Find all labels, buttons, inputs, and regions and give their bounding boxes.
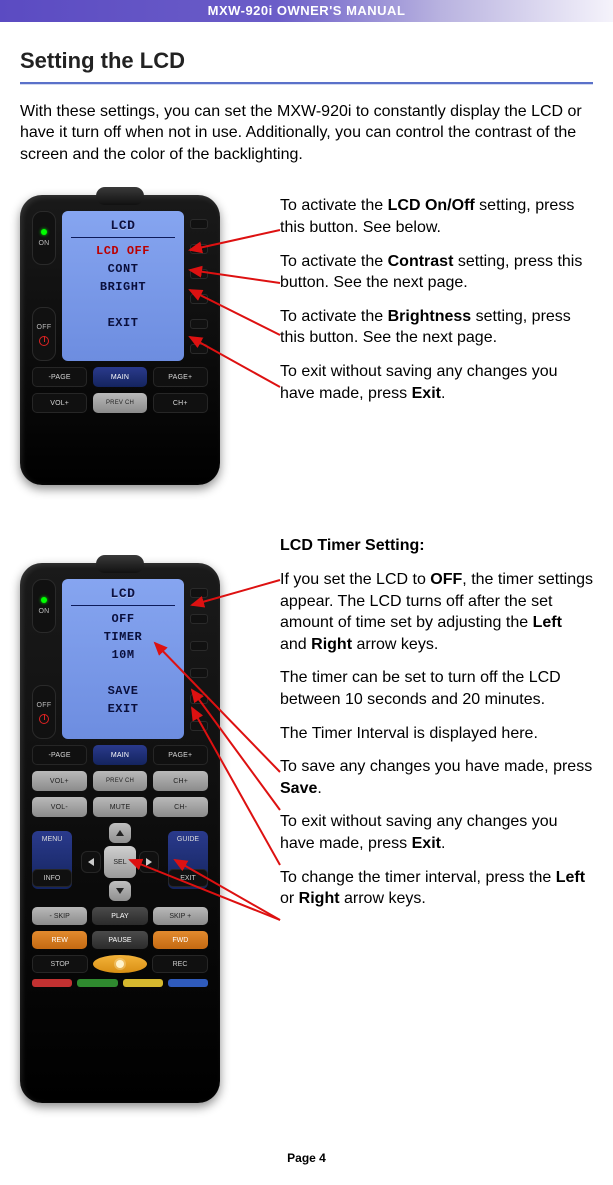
backlight-button[interactable] (93, 955, 147, 973)
softkeys-right-2 (190, 579, 208, 739)
remote-image-1: ON OFF LCD LCD OFF CONT BRIGHT (20, 195, 220, 485)
lcd-line-cont: CONT (108, 260, 139, 278)
on-button[interactable]: ON (32, 211, 56, 265)
macro-red-button[interactable] (32, 979, 72, 987)
page-minus-button[interactable]: -PAGE (32, 745, 87, 765)
rec-button[interactable]: REC (152, 955, 208, 973)
off-button[interactable]: OFF (32, 685, 56, 739)
lcd-timer-heading: LCD Timer Setting: (280, 535, 593, 557)
callout-1-1: To activate the LCD On/Off setting, pres… (280, 195, 593, 238)
page-title: Setting the LCD (20, 46, 593, 76)
remote-image-2: ON OFF LCD OFF TIMER 10M (20, 563, 220, 1103)
explain-col-2: LCD Timer Setting: If you set the LCD to… (280, 535, 593, 909)
select-button[interactable]: SEL (104, 846, 136, 878)
softkeys-right-1 (190, 211, 208, 361)
page-footer: Page 4 (0, 1140, 613, 1184)
title-rule (20, 82, 593, 85)
off-button[interactable]: OFF (32, 307, 56, 361)
on-button[interactable]: ON (32, 579, 56, 633)
lcd-screen-1: LCD LCD OFF CONT BRIGHT EXIT (62, 211, 184, 361)
lcd-line-bright: BRIGHT (100, 278, 146, 296)
callout-1-2: To activate the Contrast setting, press … (280, 251, 593, 294)
info-button[interactable]: INFO (32, 869, 72, 887)
on-led-icon (41, 597, 47, 603)
softkey[interactable] (190, 668, 208, 678)
fwd-button[interactable]: FWD (153, 931, 208, 949)
macro-color-row (32, 979, 208, 987)
pause-button[interactable]: PAUSE (92, 931, 147, 949)
macro-blue-button[interactable] (168, 979, 208, 987)
callout-2-3: The Timer Interval is displayed here. (280, 723, 593, 745)
page-plus-button[interactable]: PAGE+ (153, 367, 208, 387)
play-button[interactable]: PLAY (92, 907, 147, 925)
callout-2-4: To save any changes you have made, press… (280, 756, 593, 799)
ch-minus-button[interactable]: CH- (153, 797, 208, 817)
lcd-line-lcdoff: LCD OFF (96, 242, 150, 260)
macro-yellow-button[interactable] (123, 979, 163, 987)
softkey[interactable] (190, 244, 208, 254)
header-text: MXW-920i OWNER'S MANUAL (208, 3, 406, 18)
callout-2-2: The timer can be set to turn off the LCD… (280, 667, 593, 710)
explain-col-1: To activate the LCD On/Off setting, pres… (280, 195, 593, 404)
lcd-line-10m: 10M (111, 646, 134, 664)
lcd-line-exit: EXIT (108, 700, 139, 718)
arrow-left-button[interactable] (81, 851, 101, 873)
rew-button[interactable]: REW (32, 931, 87, 949)
vol-minus-button[interactable]: VOL- (32, 797, 87, 817)
softkey[interactable] (190, 269, 208, 279)
page-plus-button[interactable]: PAGE+ (153, 745, 208, 765)
stop-button[interactable]: STOP (32, 955, 88, 973)
softkey[interactable] (190, 344, 208, 354)
softkey[interactable] (190, 319, 208, 329)
on-led-icon (41, 229, 47, 235)
softkey[interactable] (190, 294, 208, 304)
callout-2-6: To change the timer interval, press the … (280, 867, 593, 910)
callout-1-3: To activate the Brightness setting, pres… (280, 306, 593, 349)
callout-1-4: To exit without saving any changes you h… (280, 361, 593, 404)
callout-2-5: To exit without saving any changes you h… (280, 811, 593, 854)
callout-2-1: If you set the LCD to OFF, the timer set… (280, 569, 593, 655)
softkey[interactable] (190, 641, 208, 651)
lcd-line-off: OFF (111, 610, 134, 628)
skip-minus-button[interactable]: - SKIP (32, 907, 87, 925)
intro-paragraph: With these settings, you can set the MXW… (20, 101, 593, 166)
nav-cluster: MENU GUIDE INFO EXIT SEL (32, 823, 208, 901)
softkey[interactable] (190, 721, 208, 731)
skip-plus-button[interactable]: SKIP + (153, 907, 208, 925)
softkey[interactable] (190, 219, 208, 229)
page-minus-button[interactable]: -PAGE (32, 367, 87, 387)
ch-plus-button[interactable]: CH+ (153, 393, 208, 413)
lcd-line-save: SAVE (108, 682, 139, 700)
arrow-up-button[interactable] (109, 823, 131, 843)
arrow-right-button[interactable] (139, 851, 159, 873)
lcd-line-timer: TIMER (104, 628, 143, 646)
lcd-line-exit: EXIT (108, 314, 139, 332)
softkey[interactable] (190, 694, 208, 704)
header-bar: MXW-920i OWNER'S MANUAL (0, 0, 613, 22)
arrow-down-button[interactable] (109, 881, 131, 901)
ch-plus-button[interactable]: CH+ (153, 771, 208, 791)
softkey[interactable] (190, 614, 208, 624)
lcd-screen-2: LCD OFF TIMER 10M SAVE EXIT (62, 579, 184, 739)
main-button[interactable]: MAIN (93, 367, 146, 387)
mute-button[interactable]: MUTE (93, 797, 148, 817)
macro-green-button[interactable] (77, 979, 117, 987)
exit-button[interactable]: EXIT (168, 869, 208, 887)
prevch-button[interactable]: PREV CH (93, 771, 148, 791)
vol-plus-button[interactable]: VOL+ (32, 771, 87, 791)
prevch-button[interactable]: PREV CH (93, 393, 146, 413)
vol-plus-button[interactable]: VOL+ (32, 393, 87, 413)
power-icon (39, 336, 49, 346)
softkey[interactable] (190, 588, 208, 598)
main-button[interactable]: MAIN (93, 745, 146, 765)
power-icon (39, 714, 49, 724)
